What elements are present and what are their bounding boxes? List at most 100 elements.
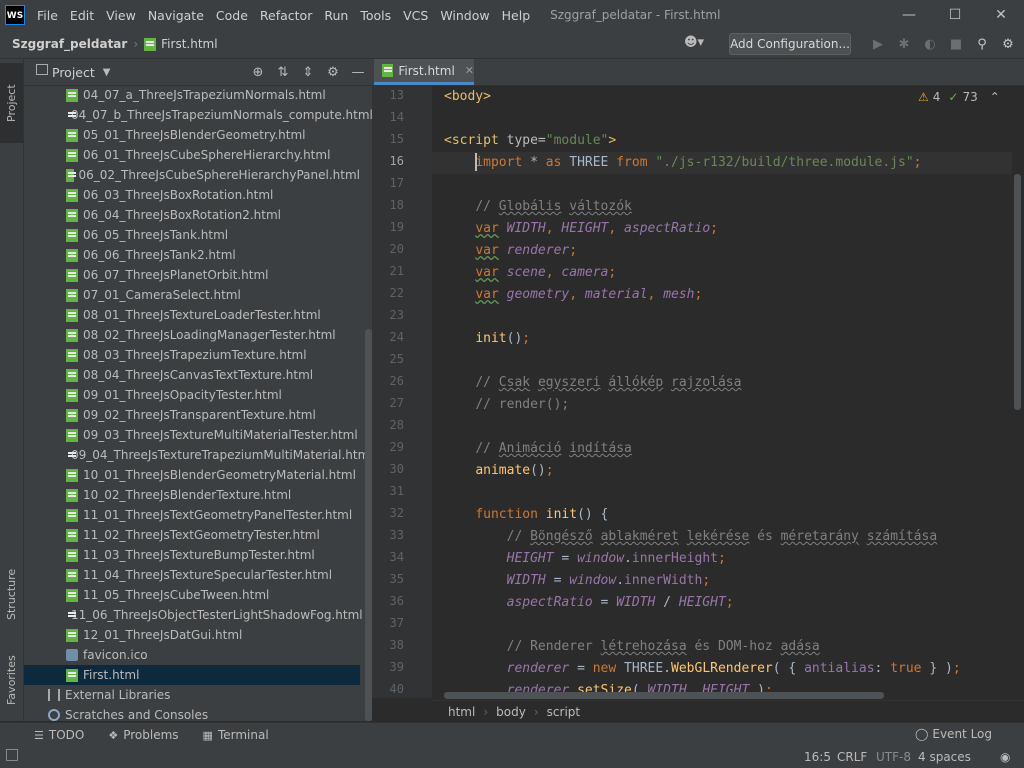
breadcrumb-file[interactable]: First.html — [144, 37, 218, 51]
debug-icon[interactable]: ✱ — [894, 34, 914, 54]
tree-file-item[interactable]: 06_03_ThreeJsBoxRotation.html — [24, 185, 360, 205]
expand-all-icon[interactable]: ⇅ — [275, 63, 291, 81]
tree-file-item[interactable]: 09_02_ThreeJsTransparentTexture.html — [24, 405, 360, 425]
tree-file-item[interactable]: 06_06_ThreeJsTank2.html — [24, 245, 360, 265]
tree-item-label: 11_06_ThreeJsObjectTesterLightShadowFog.… — [71, 608, 363, 622]
tree-file-item[interactable]: 11_03_ThreeJsTextureBumpTester.html — [24, 545, 360, 565]
tree-file-item[interactable]: 09_01_ThreeJsOpacityTester.html — [24, 385, 360, 405]
tree-file-item[interactable]: 06_04_ThreeJsBoxRotation2.html — [24, 205, 360, 225]
menu-help[interactable]: Help — [496, 8, 537, 23]
tree-file-item[interactable]: 06_02_ThreeJsCubeSphereHierarchyPanel.ht… — [24, 165, 360, 185]
inspection-widget[interactable]: ⚠ 4 ✓ 73 ⌃ ⌄ — [918, 90, 1022, 104]
menu-tools[interactable]: Tools — [354, 8, 397, 23]
tree-file-item[interactable]: 10_02_ThreeJsBlenderTexture.html — [24, 485, 360, 505]
locate-icon[interactable]: ⊕ — [250, 63, 266, 81]
coverage-icon[interactable]: ◐ — [920, 34, 940, 54]
tree-file-item[interactable]: 12_01_ThreeJsDatGui.html — [24, 625, 360, 645]
tree-file-item[interactable]: 08_02_ThreeJsLoadingManagerTester.html — [24, 325, 360, 345]
tree-external-libraries[interactable]: External Libraries — [24, 685, 360, 705]
project-scrollbar[interactable] — [365, 329, 372, 721]
tree-file-item[interactable]: 04_07_a_ThreeJsTrapeziumNormals.html — [24, 85, 360, 105]
editor-vertical-scrollbar[interactable] — [1012, 86, 1024, 698]
gear-icon[interactable]: ⚙ — [325, 63, 341, 81]
tree-file-item[interactable]: 10_01_ThreeJsBlenderGeometryMaterial.htm… — [24, 465, 360, 485]
tool-windows-toggle-icon[interactable] — [6, 749, 18, 761]
menu-edit[interactable]: Edit — [64, 8, 100, 23]
tree-item-label: 08_01_ThreeJsTextureLoaderTester.html — [83, 308, 321, 322]
tree-file-item[interactable]: 06_05_ThreeJsTank.html — [24, 225, 360, 245]
tab-favorites[interactable]: Favorites — [0, 645, 23, 715]
tab-structure[interactable]: Structure — [0, 559, 23, 629]
editor-horizontal-scrollbar[interactable] — [444, 692, 884, 699]
terminal-button[interactable]: ▦ Terminal — [203, 728, 269, 742]
file-encoding[interactable]: UTF-8 — [876, 750, 911, 764]
search-icon[interactable]: ⚲ — [972, 34, 992, 54]
menu-view[interactable]: View — [100, 8, 142, 23]
chevron-down-icon[interactable]: ▼ — [103, 67, 111, 78]
tree-file-item[interactable]: 08_04_ThreeJsCanvasTextTexture.html — [24, 365, 360, 385]
tree-file-item[interactable]: 08_03_ThreeJsTrapeziumTexture.html — [24, 345, 360, 365]
menu-navigate[interactable]: Navigate — [142, 8, 210, 23]
tree-file-item[interactable]: 06_07_ThreeJsPlanetOrbit.html — [24, 265, 360, 285]
maximize-icon[interactable]: ☐ — [932, 0, 978, 30]
collapse-all-icon[interactable]: ⇕ — [300, 63, 316, 81]
tree-item-label: 07_01_CameraSelect.html — [83, 288, 241, 302]
terminal-icon: ▦ — [202, 728, 213, 742]
menu-vcs[interactable]: VCS — [397, 8, 434, 23]
tree-item-label: 06_01_ThreeJsCubeSphereHierarchy.html — [83, 148, 331, 162]
code-editor[interactable]: <body> <script type="module"> import * a… — [432, 86, 1012, 698]
line-number-gutter: 13 14 15 16 17 18 19 20 21 22 23 24 25 26 27 28 29 30 31 32… — [372, 86, 442, 698]
gear-icon[interactable]: ⚙ — [998, 34, 1018, 54]
hide-icon[interactable]: — — [350, 63, 366, 81]
tree-file-item[interactable]: 04_07_b_ThreeJsTrapeziumNormals_compute.… — [24, 105, 373, 125]
line-number: 36 — [389, 594, 404, 608]
indent-setting[interactable]: 4 spaces — [918, 750, 971, 764]
tab-project[interactable]: Project — [0, 63, 23, 143]
user-icon[interactable]: ☻▾ — [684, 35, 704, 50]
close-icon[interactable]: ✕ — [978, 0, 1024, 30]
tree-file-item[interactable]: 11_02_ThreeJsTextGeometryTester.html — [24, 525, 360, 545]
stop-icon[interactable]: ■ — [946, 34, 966, 54]
tree-item-label: 12_01_ThreeJsDatGui.html — [83, 628, 243, 642]
line-number: 22 — [389, 286, 404, 300]
code-line: WIDTH = window.innerWidth; — [506, 573, 711, 588]
line-separator[interactable]: CRLF — [837, 750, 867, 764]
tree-file-item[interactable]: favicon.ico — [24, 645, 360, 665]
menu-file[interactable]: File — [31, 8, 64, 23]
menu-refactor[interactable]: Refactor — [254, 8, 318, 23]
tree-file-item[interactable]: 05_01_ThreeJsBlenderGeometry.html — [24, 125, 360, 145]
tree-file-item[interactable]: 08_01_ThreeJsTextureLoaderTester.html — [24, 305, 360, 325]
tree-file-item[interactable]: 06_01_ThreeJsCubeSphereHierarchy.html — [24, 145, 360, 165]
tree-file-item[interactable]: 11_04_ThreeJsTextureSpecularTester.html — [24, 565, 360, 585]
crumb-script[interactable]: script — [547, 705, 580, 719]
run-icon[interactable]: ▶ — [868, 34, 888, 54]
minimize-icon[interactable]: — — [886, 0, 932, 30]
project-panel: Project ▼ ⊕ ⇅ ⇕ ⚙ — 04_07_a_ThreeJsTrape… — [24, 59, 373, 722]
html-file-icon — [66, 188, 78, 202]
tree-file-item[interactable]: 09_04_ThreeJsTextureTrapeziumMultiMateri… — [24, 445, 373, 465]
lock-icon[interactable]: ◉ — [1000, 750, 1010, 764]
todo-button[interactable]: ☰ TODO — [34, 728, 84, 742]
project-panel-title[interactable]: Project — [52, 65, 95, 80]
crumb-body[interactable]: body — [496, 705, 526, 719]
crumb-html[interactable]: html — [448, 705, 475, 719]
menu-code[interactable]: Code — [210, 8, 254, 23]
breadcrumb-project[interactable]: Szggraf_peldatar — [12, 37, 127, 51]
close-tab-icon[interactable]: ✕ — [465, 64, 474, 77]
tree-file-item[interactable]: 07_01_CameraSelect.html — [24, 285, 360, 305]
menu-run[interactable]: Run — [318, 8, 354, 23]
tree-file-item[interactable]: 11_06_ThreeJsObjectTesterLightShadowFog.… — [24, 605, 363, 625]
scroll-thumb[interactable] — [1014, 174, 1021, 410]
problems-button[interactable]: ❖ Problems — [108, 728, 178, 742]
tree-item-label: 10_01_ThreeJsBlenderGeometryMaterial.htm… — [83, 468, 356, 482]
tree-file-item[interactable]: 11_05_ThreeJsCubeTween.html — [24, 585, 360, 605]
caret-position[interactable]: 16:5 — [804, 750, 831, 764]
add-configuration-button[interactable]: Add Configuration... — [729, 33, 851, 55]
event-log-button[interactable]: ◯ Event Log — [915, 727, 992, 741]
tab-first-html[interactable]: First.html ✕ — [374, 59, 474, 85]
tree-file-item[interactable]: 11_01_ThreeJsTextGeometryPanelTester.htm… — [24, 505, 360, 525]
tree-file-item[interactable]: 09_03_ThreeJsTextureMultiMaterialTester.… — [24, 425, 360, 445]
chevron-up-icon[interactable]: ⌃ — [990, 90, 1000, 104]
tree-file-item-selected[interactable]: First.html — [24, 665, 360, 685]
menu-window[interactable]: Window — [434, 8, 495, 23]
